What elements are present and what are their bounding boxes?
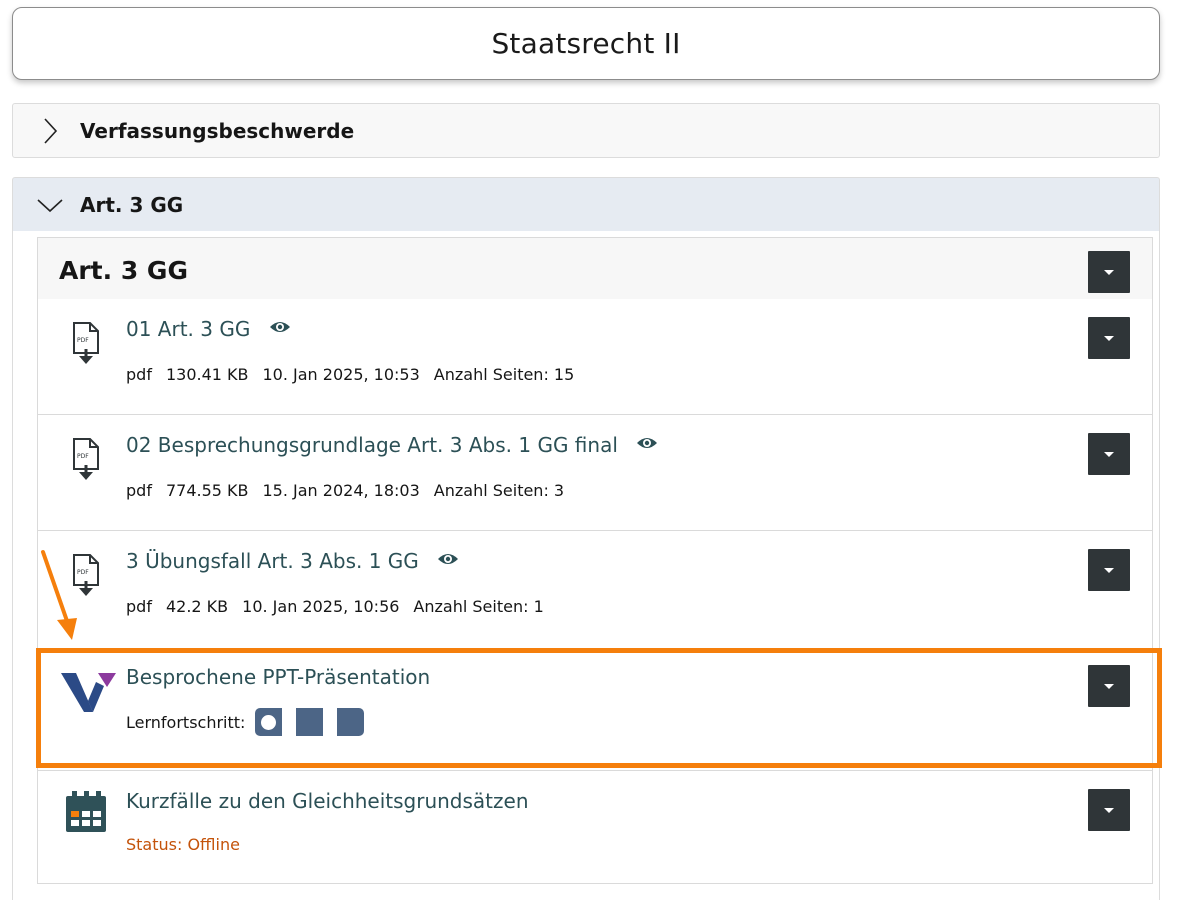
page-title-box: Staatsrecht II xyxy=(12,7,1160,80)
list-item: PDF 3 Übungsfall Art. 3 Abs. 1 GG pdf 42.… xyxy=(38,531,1152,647)
list-item: PDF 02 Besprechungsgrundlage Art. 3 Abs.… xyxy=(38,415,1152,531)
accordion-label: Verfassungsbeschwerde xyxy=(80,118,355,143)
page-title: Staatsrecht II xyxy=(491,27,681,60)
caret-down-icon xyxy=(1104,451,1114,457)
progress-label: Lernfortschritt: xyxy=(126,713,246,732)
file-date: 10. Jan 2025, 10:53 xyxy=(262,365,420,384)
file-size: 774.55 KB xyxy=(165,481,249,500)
page-count: Anzahl Seiten: 15 xyxy=(433,365,575,384)
item-actions-dropdown-button[interactable] xyxy=(1088,317,1130,359)
item-meta: pdf 130.41 KB 10. Jan 2025, 10:53 Anzahl Se… xyxy=(126,365,588,384)
item-title-link[interactable]: 01 Art. 3 GG xyxy=(126,317,291,341)
item-actions-dropdown-button[interactable] xyxy=(1088,789,1130,831)
page-count: Anzahl Seiten: 1 xyxy=(413,597,544,616)
v-logo-icon xyxy=(60,663,116,715)
item-title-link[interactable]: Besprochene PPT-Präsentation xyxy=(126,665,430,689)
page-count: Anzahl Seiten: 3 xyxy=(433,481,565,500)
progress-indicator xyxy=(254,708,364,736)
item-meta: pdf 42.2 KB 10. Jan 2025, 10:56 Anzahl Seit… xyxy=(126,597,558,616)
progress-dot-icon xyxy=(260,715,276,730)
item-actions-dropdown-button[interactable] xyxy=(1088,665,1130,707)
item-actions-dropdown-button[interactable] xyxy=(1088,549,1130,591)
file-type: pdf xyxy=(126,365,152,384)
item-title-link[interactable]: Kurzfälle zu den Gleichheitsgrundsätzen xyxy=(126,789,529,813)
item-title: 02 Besprechungsgrundlage Art. 3 Abs. 1 G… xyxy=(126,433,618,457)
group-actions-dropdown-button[interactable] xyxy=(1088,251,1130,293)
caret-down-icon xyxy=(1104,807,1114,813)
svg-text:PDF: PDF xyxy=(77,569,89,576)
item-title-link[interactable]: 3 Übungsfall Art. 3 Abs. 1 GG xyxy=(126,549,459,573)
progress-segment-current xyxy=(254,708,282,736)
item-meta: pdf 774.55 KB 15. Jan 2024, 18:03 Anzahl Se… xyxy=(126,481,578,500)
caret-down-icon xyxy=(1104,567,1114,573)
list-item: Besprochene PPT-Präsentation Lernfortsch… xyxy=(38,647,1152,771)
chevron-right-icon xyxy=(30,111,70,151)
item-group-header: Art. 3 GG xyxy=(38,238,1152,299)
file-type: pdf xyxy=(126,481,152,500)
item-group-block: Art. 3 GG PDF 01 Art. 3 GG pdf 130.41 KB 1… xyxy=(37,237,1153,884)
list-item: PDF 01 Art. 3 GG pdf 130.41 KB 10. Jan 202… xyxy=(38,299,1152,415)
item-title: Kurzfälle zu den Gleichheitsgrundsätzen xyxy=(126,789,529,813)
file-size: 130.41 KB xyxy=(165,365,249,384)
item-group-title: Art. 3 GG xyxy=(59,256,188,285)
item-title: 01 Art. 3 GG xyxy=(126,317,251,341)
item-title: 3 Übungsfall Art. 3 Abs. 1 GG xyxy=(126,549,419,573)
caret-down-icon xyxy=(1104,269,1114,275)
pdf-download-icon: PDF xyxy=(60,547,112,599)
accordion-label: Art. 3 GG xyxy=(80,192,184,217)
pdf-download-icon: PDF xyxy=(60,315,112,367)
file-type: pdf xyxy=(126,597,152,616)
eye-icon xyxy=(636,432,658,456)
progress-segment xyxy=(336,708,364,736)
eye-icon xyxy=(269,316,291,340)
progress-segment xyxy=(295,708,323,736)
file-size: 42.2 KB xyxy=(165,597,229,616)
accordion-verfassungsbeschwerde[interactable]: Verfassungsbeschwerde xyxy=(12,103,1160,158)
item-actions-dropdown-button[interactable] xyxy=(1088,433,1130,475)
file-date: 10. Jan 2025, 10:56 xyxy=(242,597,400,616)
svg-text:PDF: PDF xyxy=(77,453,89,460)
svg-text:PDF: PDF xyxy=(77,337,89,344)
learning-progress: Lernfortschritt: xyxy=(126,708,378,736)
accordion-art-3-gg[interactable]: Art. 3 GG xyxy=(12,177,1160,231)
status-text: Status: Offline xyxy=(126,835,240,854)
item-title: Besprochene PPT-Präsentation xyxy=(126,665,431,689)
list-item: Kurzfälle zu den Gleichheitsgrundsätzen … xyxy=(38,771,1152,883)
eye-icon xyxy=(437,548,459,572)
caret-down-icon xyxy=(1104,335,1114,341)
calendar-icon xyxy=(60,789,112,841)
caret-down-icon xyxy=(1104,683,1114,689)
file-date: 15. Jan 2024, 18:03 xyxy=(262,481,420,500)
item-title-link[interactable]: 02 Besprechungsgrundlage Art. 3 Abs. 1 G… xyxy=(126,433,658,457)
pdf-download-icon: PDF xyxy=(60,431,112,483)
chevron-down-icon xyxy=(30,185,70,225)
